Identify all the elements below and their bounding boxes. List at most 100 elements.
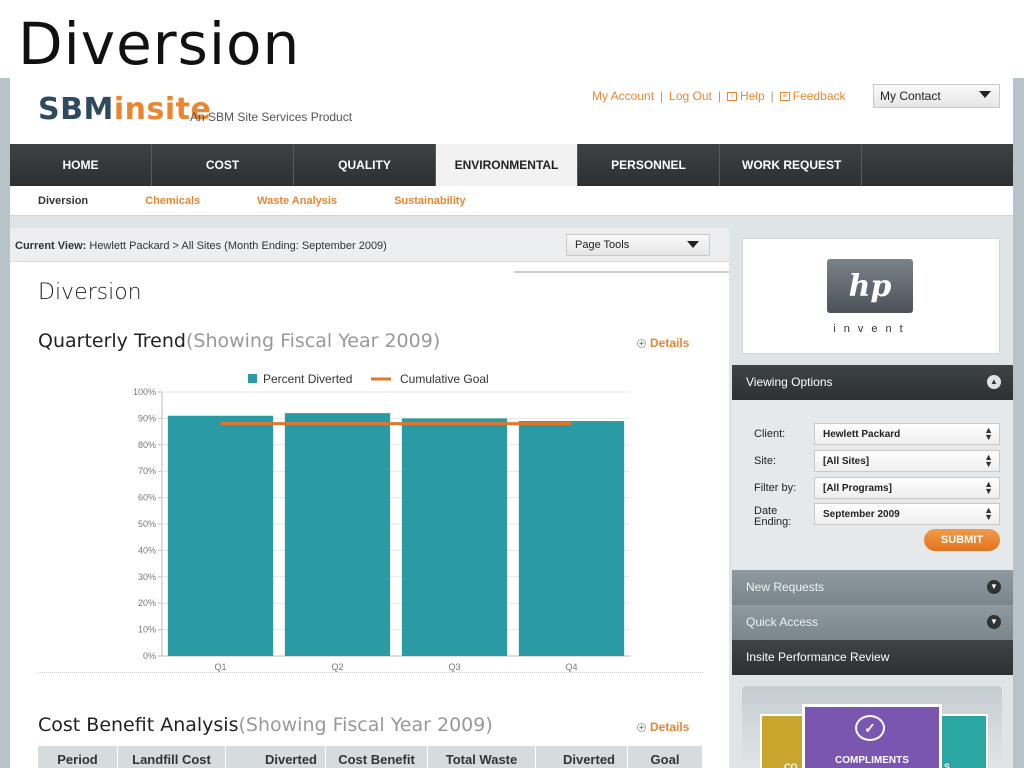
quarterly-trend-chart: Percent Diverted Cumulative Goal 0% 10% 20%… [133,372,630,672]
utility-links: My Account | Log Out | i Help | ≡ Feedback [592,89,846,103]
col-cost-benefit[interactable]: Cost Benefit [326,746,428,768]
hp-invent-text: invent [833,323,911,335]
new-requests-header[interactable]: New Requests ▼ [732,570,1013,605]
expand-icon[interactable]: ▼ [987,580,1001,594]
chart-x-labels: Q1 Q2 Q3 Q4 [214,662,577,672]
feedback-label: Feedback [792,89,846,103]
cost-benefit-title: Cost Benefit Analysis [38,714,239,736]
col-landfill-cost[interactable]: Landfill Cost [118,746,226,768]
col-diverted-pct[interactable]: Diverted [536,746,628,768]
col-total-waste[interactable]: Total Waste [428,746,536,768]
slide-title: Diversion [18,10,301,78]
performance-review-header[interactable]: Insite Performance Review [732,640,1013,675]
x-tick-label: Q1 [214,662,226,672]
date-ending-select[interactable]: September 2009 ▲ ▼ [814,503,1000,525]
legend-label-diverted: Percent Diverted [263,372,352,386]
expand-icon[interactable]: ▼ [987,615,1001,629]
feedback-icon: ≡ [779,92,790,102]
nav-home[interactable]: HOME [10,144,152,186]
nav-personnel[interactable]: PERSONNEL [578,144,720,186]
bar-q2 [284,413,391,656]
feedback-link[interactable]: ≡ Feedback [779,89,846,103]
nav-work-request[interactable]: WORK REQUEST [720,144,862,186]
log-out-link[interactable]: Log Out [669,89,712,103]
main-nav: HOME COST QUALITY ENVIRONMENTAL PERSONNE… [10,144,1013,186]
quarterly-trend-subtitle: (Showing Fiscal Year 2009) [185,330,441,352]
collapse-icon[interactable]: ▲ [987,375,1001,389]
chevron-down-icon [979,91,991,98]
logo-dark: SBM [38,92,114,127]
main-content: Current View: Hewlett Packard > All Site… [10,228,729,768]
header: SBMinsite An SBM Site Services Product M… [10,78,1013,144]
site-label: Site: [754,455,777,467]
hp-logo: hp [827,259,913,313]
brand-tagline: An SBM Site Services Product [190,110,353,124]
chart-legend: Percent Diverted Cumulative Goal [248,372,489,386]
viewing-options-body: Client: Hewlett Packard ▲ ▼ Site: [All Sit… [732,400,1013,570]
updown-icon: ▲ ▼ [984,425,993,442]
page-tools-label: Page Tools [575,239,630,251]
site-select[interactable]: [All Sites] ▲ ▼ [814,450,1000,472]
page-tools-dropdown[interactable]: Page Tools [566,234,710,256]
filter-label: Filter by: [754,482,797,494]
legend-label-goal: Cumulative Goal [400,372,489,386]
app-window: SBMinsite An SBM Site Services Product M… [10,78,1013,768]
cost-benefit-details-link[interactable]: + Details [637,720,689,734]
help-icon: i [726,92,737,102]
viewing-options-title: Viewing Options [746,375,833,389]
quick-access-title: Quick Access [746,615,819,629]
help-link[interactable]: i Help [726,89,765,103]
promo-right-label: S [944,762,951,768]
x-tick-label: Q3 [448,662,460,672]
my-contact-value: My Contact [880,89,941,103]
y-tick-label: 70% [138,466,156,476]
compliments-card[interactable]: ✓ COMPLIMENTS [802,704,942,768]
bar-q3 [401,418,508,656]
current-view-label: Current View: [15,240,87,252]
subnav-sustainability[interactable]: Sustainability [394,195,466,207]
col-period[interactable]: Period [38,746,118,768]
legend-swatch-diverted [248,374,257,383]
updown-icon: ▲ ▼ [984,479,993,496]
x-tick-label: Q4 [565,662,577,672]
updown-icon: ▲ ▼ [984,452,993,469]
check-bubble-icon: ✓ [855,715,885,741]
bar-q1 [167,415,274,656]
expand-icon: + [637,339,646,349]
col-goal[interactable]: Goal [628,746,703,768]
sidebar: hp invent Viewing Options ▲ Client: Hewl… [732,228,1013,768]
date-ending-label: Date Ending: [754,505,792,528]
subnav-diversion[interactable]: Diversion [38,195,88,207]
brand-logo[interactable]: SBMinsite [38,92,211,127]
my-account-link[interactable]: My Account [592,89,654,103]
subnav-waste-analysis[interactable]: Waste Analysis [257,195,337,207]
app-frame: SBMinsite An SBM Site Services Product M… [0,78,1024,768]
divider: | [770,89,774,103]
nav-environmental[interactable]: ENVIRONMENTAL [436,144,578,186]
subnav-chemicals[interactable]: Chemicals [145,195,200,207]
client-value: Hewlett Packard [823,429,901,440]
submit-button[interactable]: SUBMIT [924,529,1000,551]
client-select[interactable]: Hewlett Packard ▲ ▼ [814,423,1000,445]
details-label: Details [650,720,690,734]
cost-benefit-heading: Cost Benefit Analysis(Showing Fiscal Yea… [38,714,493,736]
promo-card-right[interactable]: S [938,714,988,768]
date-ending-value: September 2009 [823,509,900,520]
current-view-value: Hewlett Packard > All Sites (Month Endin… [89,240,387,252]
quick-access-header[interactable]: Quick Access ▼ [732,605,1013,640]
updown-icon: ▲ ▼ [984,505,993,522]
page-title: Diversion [38,280,142,305]
my-contact-dropdown[interactable]: My Contact [873,84,1000,108]
viewing-options-header[interactable]: Viewing Options ▲ [732,365,1013,400]
quarterly-details-link[interactable]: + Details [637,336,689,350]
site-value: [All Sites] [823,456,870,467]
filter-select[interactable]: [All Programs] ▲ ▼ [814,477,1000,499]
y-tick-label: 100% [133,387,156,397]
col-diverted[interactable]: Diverted [226,746,326,768]
nav-cost[interactable]: COST [152,144,294,186]
section-divider [38,672,703,673]
x-tick-label: Q2 [331,662,343,672]
nav-quality[interactable]: QUALITY [294,144,436,186]
promo-left-label: CO [784,762,798,768]
details-label: Details [650,336,690,350]
